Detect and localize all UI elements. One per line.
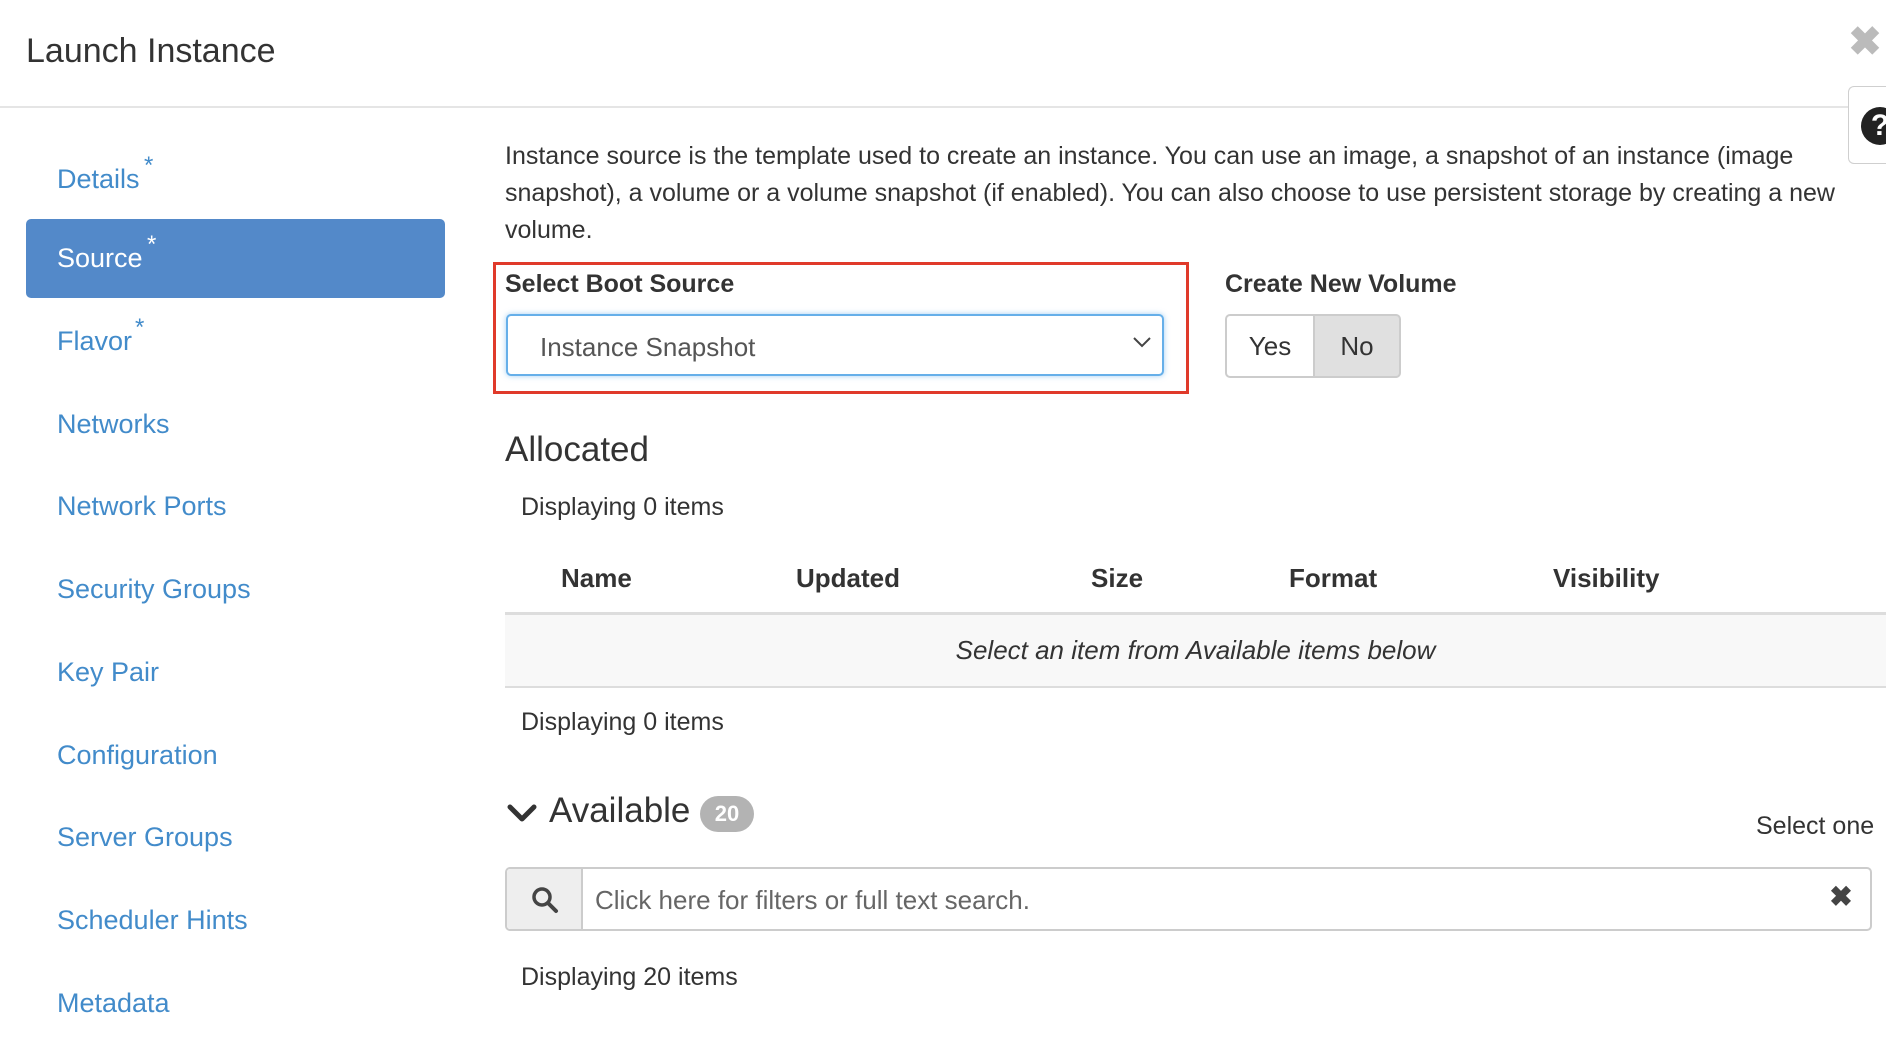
available-count: Displaying 20 items (521, 963, 738, 991)
allocated-header-name[interactable]: Name (561, 563, 632, 594)
sidebar-item-label: Key Pair (57, 657, 160, 687)
sidebar-item-details[interactable]: Details * (26, 140, 445, 219)
allocated-count-bottom: Displaying 0 items (521, 708, 724, 736)
create-volume-label: Create New Volume (1225, 270, 1457, 298)
allocated-empty-row: Select an item from Available items belo… (505, 615, 1886, 688)
sidebar-item-metadata[interactable]: Metadata (26, 964, 445, 1043)
sidebar-item-label: Scheduler Hints (57, 905, 248, 935)
required-marker: * (135, 314, 145, 341)
sidebar-item-scheduler-hints[interactable]: Scheduler Hints (26, 881, 445, 960)
allocated-header-format[interactable]: Format (1289, 563, 1377, 594)
sidebar-item-key-pair[interactable]: Key Pair (26, 633, 445, 712)
allocated-header-size[interactable]: Size (1091, 563, 1143, 594)
create-volume-no-button[interactable]: No (1315, 314, 1401, 378)
sidebar-item-label: Source (57, 243, 143, 273)
clear-icon[interactable]: ✖ (1826, 882, 1856, 912)
chevron-down-icon[interactable] (505, 796, 539, 830)
source-help-text: Instance source is the template used to … (505, 142, 1835, 244)
sidebar-item-label: Flavor (57, 326, 133, 356)
required-marker: * (147, 231, 157, 258)
search-bar: ✖ (505, 867, 1872, 931)
sidebar-item-security-groups[interactable]: Security Groups (26, 550, 445, 629)
close-icon[interactable]: ✖ (1848, 22, 1882, 62)
create-volume-yes-button[interactable]: Yes (1225, 314, 1315, 378)
allocated-count-top: Displaying 0 items (521, 493, 724, 521)
allocated-header-updated[interactable]: Updated (796, 563, 900, 594)
sidebar-item-label: Networks (57, 409, 170, 439)
sidebar-item-networks[interactable]: Networks (26, 385, 445, 464)
sidebar-item-label: Security Groups (57, 574, 251, 604)
select-one-hint: Select one (1756, 812, 1875, 840)
boot-source-select[interactable]: Instance Snapshot (506, 314, 1164, 376)
modal-header: Launch Instance ✖ (0, 0, 1886, 108)
allocated-title: Allocated (505, 430, 649, 469)
modal-title: Launch Instance (26, 32, 276, 70)
sidebar-item-label: Configuration (57, 740, 218, 770)
sidebar-item-label: Metadata (57, 988, 170, 1018)
search-input[interactable] (593, 879, 1777, 921)
boot-source-label: Select Boot Source (505, 270, 735, 298)
sidebar-item-flavor[interactable]: Flavor * (26, 302, 445, 381)
create-volume-toggle: Yes No (1225, 314, 1401, 378)
sidebar-item-label: Details (57, 164, 140, 194)
sidebar-item-server-groups[interactable]: Server Groups (26, 798, 445, 877)
sidebar-item-network-ports[interactable]: Network Ports (26, 467, 445, 546)
allocated-empty-message: Select an item from Available items belo… (955, 635, 1436, 665)
sidebar-item-source[interactable]: Source * (26, 219, 445, 298)
allocated-header-visibility[interactable]: Visibility (1553, 563, 1659, 594)
available-title[interactable]: Available (549, 791, 690, 831)
search-icon (532, 887, 558, 913)
sidebar-item-configuration[interactable]: Configuration (26, 716, 445, 795)
sidebar-item-label: Network Ports (57, 491, 227, 521)
sidebar-item-label: Server Groups (57, 822, 233, 852)
search-addon (507, 869, 583, 929)
available-count-badge: 20 (700, 796, 754, 832)
help-icon: ? (1861, 107, 1886, 145)
help-button[interactable]: ? (1848, 86, 1886, 164)
required-marker: * (144, 152, 154, 179)
boot-source-value: Instance Snapshot (540, 332, 756, 362)
chevron-down-icon (1133, 337, 1151, 348)
